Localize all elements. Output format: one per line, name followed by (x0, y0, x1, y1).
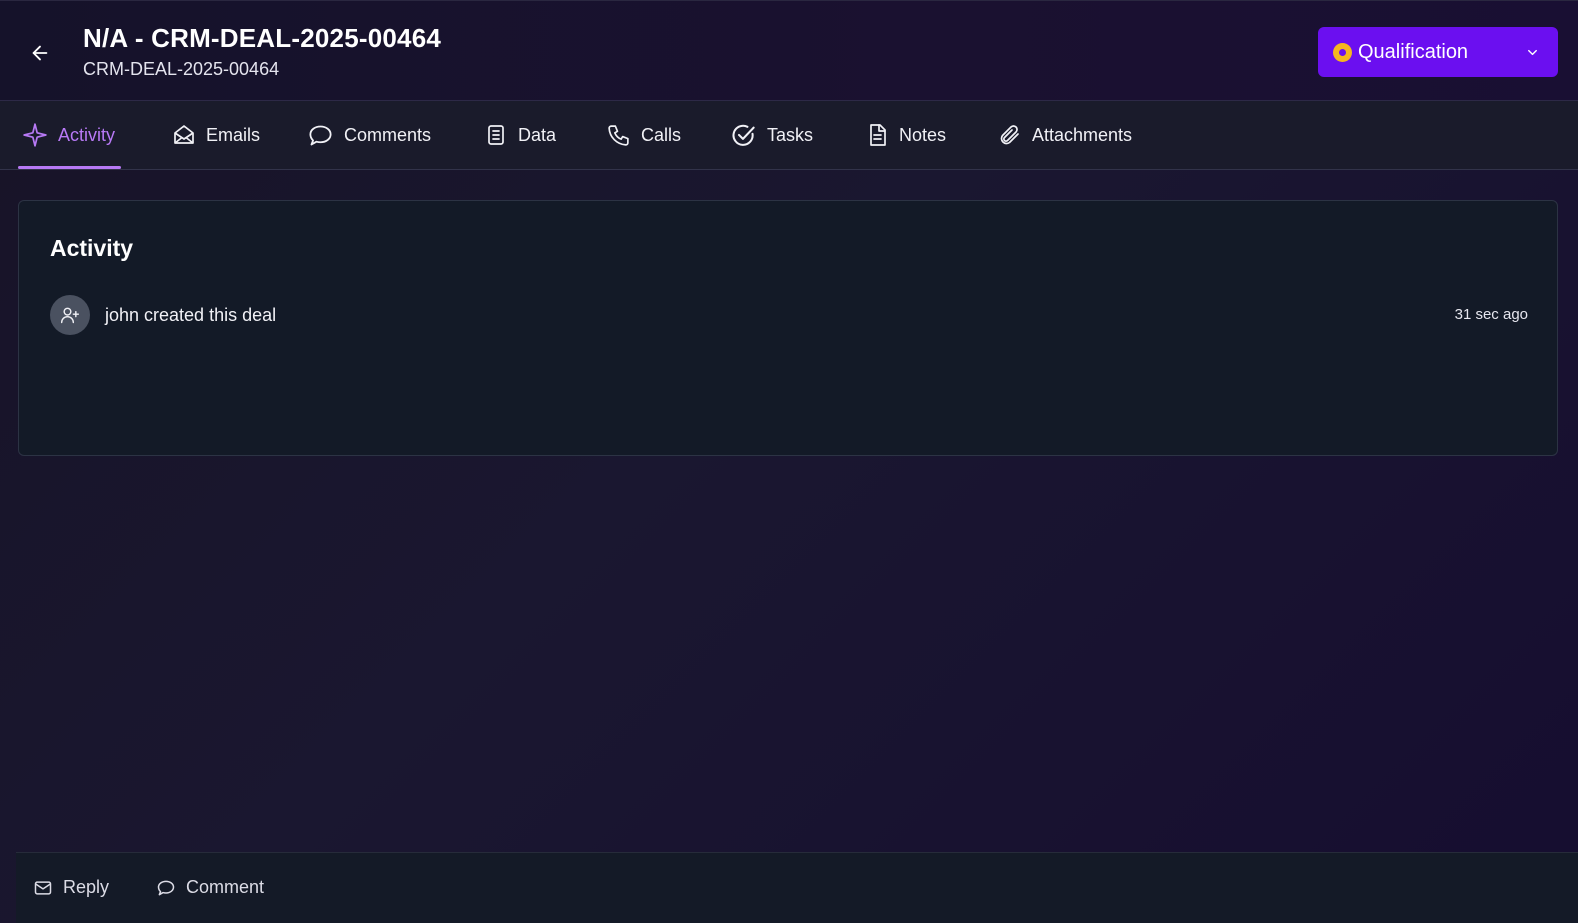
tab-data[interactable]: Data (484, 101, 556, 169)
envelope-open-icon (174, 125, 194, 144)
status-dot-icon (1333, 42, 1352, 62)
compose-footer: Reply Comment (16, 852, 1578, 923)
page-header: N/A - CRM-DEAL-2025-00464 CRM-DEAL-2025-… (0, 0, 1578, 101)
chevron-down-icon (1528, 49, 1537, 56)
sparkle-icon (23, 123, 47, 147)
note-icon (870, 124, 886, 146)
comment-icon (309, 125, 332, 145)
paperclip-icon (1000, 125, 1019, 145)
comment-button[interactable]: Comment (156, 877, 264, 898)
activity-text: john created this deal (105, 305, 277, 325)
document-list-icon (488, 125, 504, 145)
user-plus-icon (60, 307, 80, 324)
tab-label: Activity (58, 124, 116, 145)
status-dropdown[interactable]: Qualification (1318, 27, 1558, 77)
tab-label: Tasks (767, 124, 814, 145)
tab-label: Calls (641, 124, 682, 145)
tab-label: Notes (899, 124, 947, 145)
mail-icon (34, 880, 52, 895)
tab-label: Attachments (1032, 124, 1133, 145)
activity-title: Activity (50, 235, 134, 261)
back-button[interactable] (24, 37, 56, 69)
activity-timestamp: 31 sec ago (1454, 306, 1528, 323)
tab-activity[interactable]: Activity (17, 101, 122, 169)
tab-bar: Activity Emails Comments Data Calls Task… (0, 101, 1578, 170)
arrow-left-icon (32, 45, 48, 61)
tab-tasks[interactable]: Tasks (730, 101, 813, 169)
tab-label: Emails (206, 124, 261, 145)
tab-emails[interactable]: Emails (172, 101, 260, 169)
tab-attachments[interactable]: Attachments (998, 101, 1132, 169)
reply-button[interactable]: Reply (33, 877, 109, 898)
status-label: Qualification (1358, 40, 1469, 63)
page-title: N/A - CRM-DEAL-2025-00464 (83, 23, 442, 53)
check-circle-icon (732, 124, 755, 146)
comment-icon (157, 880, 175, 895)
tab-calls[interactable]: Calls (606, 101, 681, 169)
tab-label: Comments (344, 124, 432, 145)
tab-comments[interactable]: Comments (307, 101, 431, 169)
phone-icon (608, 124, 629, 146)
tab-notes[interactable]: Notes (865, 101, 946, 169)
reply-label: Reply (63, 877, 110, 897)
activity-item: john created this deal 31 sec ago (50, 295, 1528, 337)
tab-label: Data (518, 124, 557, 145)
avatar (50, 295, 90, 335)
comment-label: Comment (186, 877, 265, 897)
page-subtitle: CRM-DEAL-2025-00464 (83, 59, 280, 79)
activity-card: Activity john created this deal 31 sec a… (18, 200, 1558, 456)
